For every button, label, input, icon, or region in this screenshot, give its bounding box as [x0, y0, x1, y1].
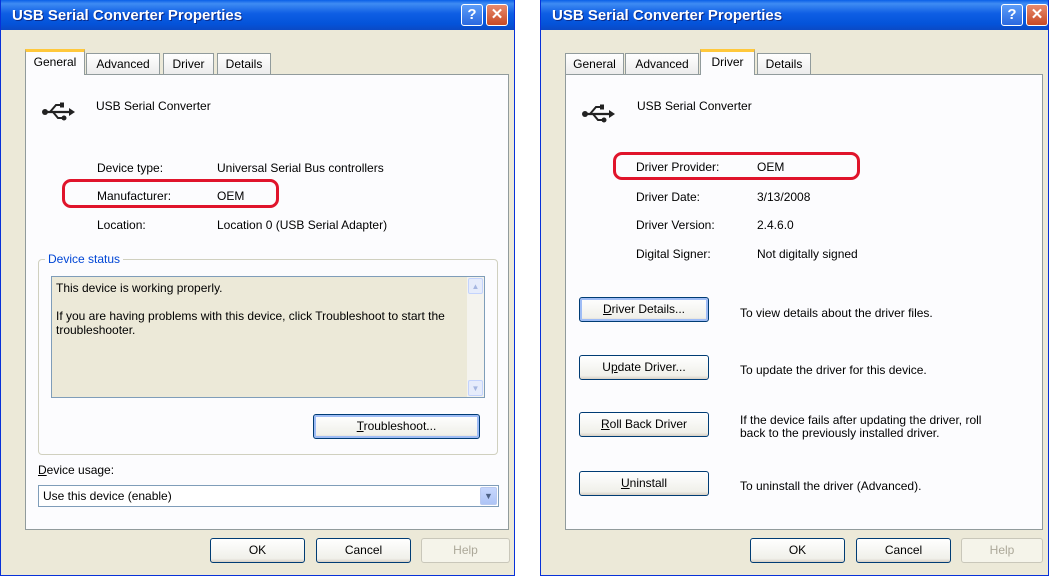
driver-provider-label: Driver Provider:	[636, 160, 720, 174]
scroll-down-icon[interactable]: ▼	[468, 380, 483, 396]
driver-date-value: 3/13/2008	[757, 190, 811, 204]
update-driver-prefix: U	[602, 360, 611, 374]
update-driver-accel: p	[610, 360, 618, 374]
properties-window-general: USB Serial Converter Properties ? ✕ Gene…	[0, 0, 515, 576]
uninstall-desc: To uninstall the driver (Advanced).	[740, 479, 922, 493]
manufacturer-label: Manufacturer:	[97, 189, 172, 203]
close-button[interactable]: ✕	[1026, 4, 1048, 26]
roll-back-accel: R	[600, 417, 610, 431]
tab-advanced[interactable]: Advanced	[625, 53, 699, 74]
tab-details[interactable]: Details	[217, 53, 271, 74]
device-status-legend: Device status	[45, 252, 124, 266]
digital-signer-value: Not digitally signed	[757, 247, 858, 261]
troubleshoot-label: roubleshoot...	[363, 419, 437, 433]
device-usage-accel: D	[38, 463, 47, 477]
driver-provider-value: OEM	[757, 160, 785, 174]
usb-icon	[582, 104, 615, 123]
scroll-up-icon[interactable]: ▲	[468, 278, 483, 294]
troubleshoot-accel: T	[356, 419, 364, 433]
roll-back-label: oll Back Driver	[609, 417, 688, 431]
general-tab-panel: USB Serial Converter Device type: Univer…	[25, 74, 509, 530]
usb-icon	[42, 102, 75, 121]
update-driver-label: date Driver...	[617, 360, 686, 374]
window-title: USB Serial Converter Properties	[552, 7, 783, 24]
ok-button[interactable]: OK	[750, 538, 845, 563]
tab-strip: General Advanced Driver Details	[541, 49, 1048, 75]
ok-button[interactable]: OK	[210, 538, 305, 563]
device-usage-text: evice usage:	[46, 463, 115, 477]
digital-signer-label: Digital Signer:	[636, 247, 711, 261]
tab-driver[interactable]: Driver	[163, 53, 214, 74]
driver-details-button[interactable]: Driver Details...	[579, 297, 709, 322]
cancel-button[interactable]: Cancel	[856, 538, 951, 563]
location-value: Location 0 (USB Serial Adapter)	[217, 218, 388, 232]
tab-general[interactable]: General	[25, 49, 85, 75]
chevron-down-icon[interactable]: ▼	[480, 487, 497, 505]
device-name: USB Serial Converter	[96, 99, 211, 113]
help-title-button[interactable]: ?	[461, 4, 483, 26]
tab-general[interactable]: General	[565, 53, 624, 74]
help-button[interactable]: Help	[961, 538, 1043, 563]
update-driver-button[interactable]: Update Driver...	[579, 355, 709, 380]
driver-details-accel: D	[602, 302, 612, 316]
device-name: USB Serial Converter	[637, 99, 752, 113]
device-usage-select[interactable]: Use this device (enable) ▼	[38, 485, 499, 507]
update-driver-desc: To update the driver for this device.	[740, 363, 927, 377]
status-scrollbar[interactable]: ▲ ▼	[467, 277, 484, 397]
tab-driver[interactable]: Driver	[700, 49, 755, 75]
device-status-group: Device status This device is working pro…	[38, 252, 498, 455]
status-line-1: This device is working properly.	[56, 281, 223, 295]
driver-details-desc: To view details about the driver files.	[740, 306, 933, 320]
device-status-textbox[interactable]: This device is working properly. If you …	[51, 276, 485, 398]
close-button[interactable]: ✕	[486, 4, 508, 26]
driver-version-value: 2.4.6.0	[757, 218, 794, 232]
device-usage-value: Use this device (enable)	[43, 489, 172, 503]
uninstall-label: ninstall	[629, 476, 668, 490]
title-bar[interactable]: USB Serial Converter Properties ? ✕	[541, 0, 1048, 30]
device-status-text: This device is working properly. If you …	[56, 281, 461, 337]
device-usage-label: Device usage:	[38, 463, 114, 477]
roll-back-desc-2: back to the previously installed driver.	[740, 426, 940, 440]
cancel-button[interactable]: Cancel	[316, 538, 411, 563]
uninstall-accel: U	[620, 476, 630, 490]
location-label: Location:	[97, 218, 146, 232]
tab-strip: General Advanced Driver Details	[1, 49, 514, 75]
help-title-button[interactable]: ?	[1001, 4, 1023, 26]
driver-details-label: river Details...	[611, 302, 686, 316]
tab-advanced[interactable]: Advanced	[86, 53, 160, 74]
status-line-2: If you are having problems with this dev…	[56, 309, 445, 337]
device-type-label: Device type:	[97, 161, 164, 175]
manufacturer-value: OEM	[217, 189, 245, 203]
driver-date-label: Driver Date:	[636, 190, 701, 204]
tab-details[interactable]: Details	[757, 53, 811, 74]
driver-version-label: Driver Version:	[636, 218, 715, 232]
window-title: USB Serial Converter Properties	[12, 7, 243, 24]
driver-tab-panel: USB Serial Converter Driver Provider: OE…	[565, 74, 1043, 530]
device-type-value: Universal Serial Bus controllers	[217, 161, 384, 175]
properties-window-driver: USB Serial Converter Properties ? ✕ Gene…	[540, 0, 1049, 576]
title-bar[interactable]: USB Serial Converter Properties ? ✕	[1, 0, 514, 30]
uninstall-button[interactable]: Uninstall	[579, 471, 709, 496]
roll-back-desc-1: If the device fails after updating the d…	[740, 413, 982, 427]
help-button[interactable]: Help	[421, 538, 510, 563]
roll-back-driver-button[interactable]: Roll Back Driver	[579, 412, 709, 437]
troubleshoot-button[interactable]: Troubleshoot...	[313, 414, 480, 439]
